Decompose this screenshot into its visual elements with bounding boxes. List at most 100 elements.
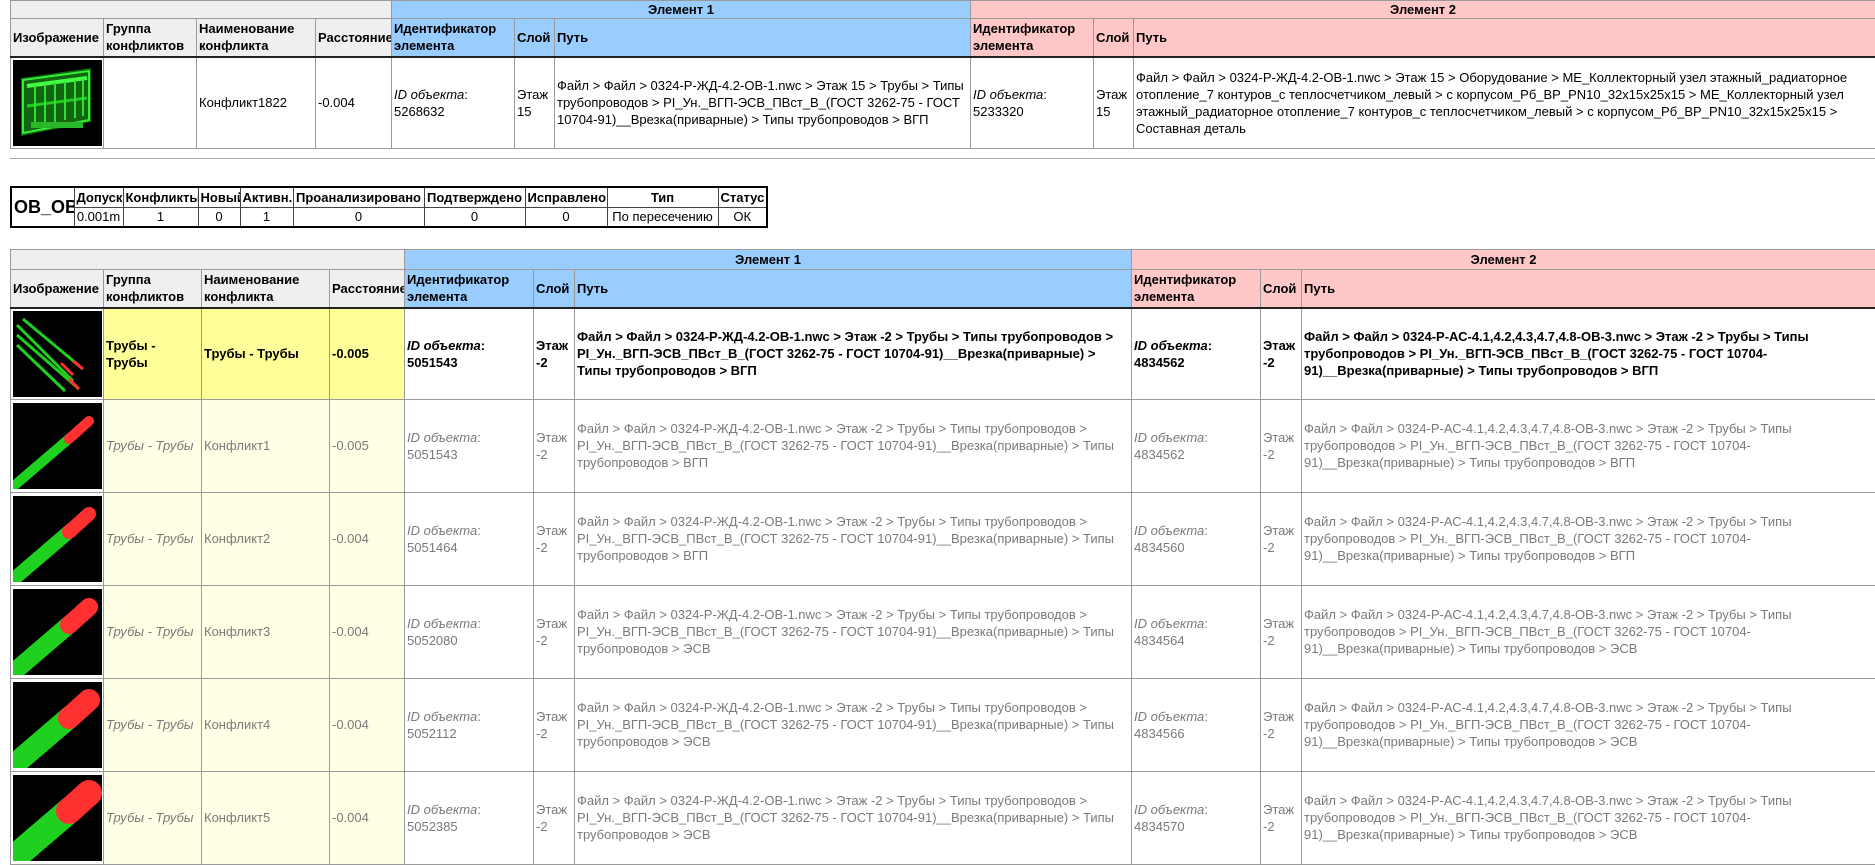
cell-e2-path: Файл > Файл > 0324-Р-ЖД-4.2-ОВ-1.nwc > Э… <box>1134 57 1875 149</box>
cell-e2-id: ID объекта:4834564 <box>1132 585 1261 678</box>
col-header-name[interactable]: Наименование конфликта <box>202 270 330 308</box>
e1-id-value: 5051543 <box>407 447 458 462</box>
clash-thumbnail[interactable] <box>11 308 104 400</box>
summary-value: 1 <box>240 207 293 227</box>
cell-name: Конфликт5 <box>202 771 330 864</box>
cell-e1-path: Файл > Файл > 0324-Р-ЖД-4.2-ОВ-1.nwc > Э… <box>575 308 1132 400</box>
col-header-e1-id[interactable]: Идентификатор элемента <box>405 270 534 308</box>
cell-group: Трубы - Трубы <box>104 308 202 400</box>
table-row[interactable]: Трубы - ТрубыКонфликт3-0.004ID объекта:5… <box>11 585 1875 678</box>
summary-header: Исправлено <box>525 187 607 207</box>
object-id-label: ID объекта <box>407 523 477 538</box>
clash-thumbnail[interactable] <box>11 771 104 864</box>
cell-e2-id: ID объекта:4834560 <box>1132 492 1261 585</box>
colon: : <box>1204 616 1208 631</box>
col-header-group[interactable]: Группа конфликтов <box>104 270 202 308</box>
cell-e1-layer: Этаж -2 <box>534 771 575 864</box>
cell-e1-id: ID объекта:5051543 <box>405 399 534 492</box>
summary-value: 0 <box>198 207 240 227</box>
e1-id-value: 5052112 <box>407 726 457 741</box>
col-header-distance[interactable]: Расстояние <box>316 19 392 57</box>
e2-id-value: 4834570 <box>1134 819 1185 834</box>
summary-value: ОК <box>718 207 767 227</box>
cell-e1-id: ID объекта: 5268632 <box>392 57 515 149</box>
cell-distance: -0.005 <box>330 399 405 492</box>
clash-thumbnail[interactable] <box>11 585 104 678</box>
e1-id-value: 5268632 <box>394 104 445 119</box>
col-header-e2-path[interactable]: Путь <box>1134 19 1875 57</box>
object-id-label: ID объекта <box>394 87 464 102</box>
table-row[interactable]: Конфликт1822 -0.004 ID объекта:5268632 Э… <box>11 57 1875 149</box>
col-header-distance[interactable]: Расстояние <box>330 270 405 308</box>
cell-group: Трубы - Трубы <box>104 678 202 771</box>
clash-thumbnail[interactable] <box>11 57 104 149</box>
summary-value: 0 <box>525 207 607 227</box>
element1-group-header: Элемент 1 <box>405 250 1132 270</box>
col-header-image[interactable]: Изображение <box>11 270 104 308</box>
e2-id-value: 4834562 <box>1134 447 1185 462</box>
table-row[interactable]: Трубы - ТрубыКонфликт5-0.004ID объекта:5… <box>11 771 1875 864</box>
table-row[interactable]: Трубы - ТрубыКонфликт1-0.005ID объекта:5… <box>11 399 1875 492</box>
group-header-blank <box>11 250 405 270</box>
cell-e2-id: ID объекта: 4834570 <box>1132 771 1261 864</box>
cell-e1-path: Файл > Файл > 0324-Р-ЖД-4.2-ОВ-1.nwc > Э… <box>575 399 1132 492</box>
cell-e2-id: ID объекта:4834562 <box>1132 399 1261 492</box>
table-row[interactable]: Трубы - ТрубыКонфликт4-0.004ID объекта:5… <box>11 678 1875 771</box>
col-header-e2-path[interactable]: Путь <box>1302 270 1875 308</box>
pipe-clash-thumbnail-icon <box>13 775 102 861</box>
col-header-e1-layer[interactable]: Слой <box>515 19 555 57</box>
e1-id-value: 5051464 <box>407 540 458 555</box>
summary-test-name[interactable]: ОВ_ОВ <box>11 187 74 227</box>
cell-distance: -0.004 <box>316 57 392 149</box>
col-header-e2-id[interactable]: Идентификатор элемента <box>1132 270 1261 308</box>
group-header-blank <box>11 1 392 19</box>
col-header-image[interactable]: Изображение <box>11 19 104 57</box>
top-clash-table: Элемент 1 Элемент 2 Изображение Группа к… <box>10 0 1875 149</box>
cell-name: Конфликт3 <box>202 585 330 678</box>
col-header-e1-layer[interactable]: Слой <box>534 270 575 308</box>
collector-3d-thumbnail-icon <box>13 60 102 146</box>
group-row[interactable]: Трубы - Трубы Трубы - Трубы -0.005 ID об… <box>11 308 1875 400</box>
cell-e2-layer: Этаж -2 <box>1261 678 1302 771</box>
pipe-clash-thumbnail-icon <box>13 496 102 582</box>
colon: : <box>464 87 468 102</box>
colon: : <box>1204 802 1208 817</box>
cell-e2-path: Файл > Файл > 0324-Р-АС-4.1,4.2,4.3,4.7,… <box>1302 308 1875 400</box>
cell-e1-id: ID объекта:5052080 <box>405 585 534 678</box>
colon: : <box>1204 430 1208 445</box>
object-id-label: ID объекта <box>973 87 1043 102</box>
colon: : <box>477 709 481 724</box>
summary-header: Проанализировано <box>293 187 424 207</box>
col-header-e2-id[interactable]: Идентификатор элемента <box>971 19 1094 57</box>
col-header-e1-id[interactable]: Идентификатор элемента <box>392 19 515 57</box>
table-row[interactable]: Трубы - ТрубыКонфликт2-0.004ID объекта:5… <box>11 492 1875 585</box>
cell-group: Трубы - Трубы <box>104 399 202 492</box>
grouped-clash-table: Элемент 1 Элемент 2 Изображение Группа к… <box>10 249 1875 865</box>
pipes-bundle-thumbnail-icon <box>13 311 102 397</box>
cell-e2-layer: Этаж -2 <box>1261 492 1302 585</box>
col-header-group[interactable]: Группа конфликтов <box>104 19 197 57</box>
col-header-name[interactable]: Наименование конфликта <box>197 19 316 57</box>
cell-e1-path: Файл > Файл > 0324-Р-ЖД-4.2-ОВ-1.nwc > Э… <box>575 678 1132 771</box>
object-id-label: ID объекта <box>1134 338 1208 353</box>
col-header-e2-layer[interactable]: Слой <box>1094 19 1134 57</box>
clash-thumbnail[interactable] <box>11 492 104 585</box>
col-header-e1-path[interactable]: Путь <box>575 270 1132 308</box>
clash-thumbnail[interactable] <box>11 399 104 492</box>
element1-group-header: Элемент 1 <box>392 1 971 19</box>
cell-distance: -0.004 <box>330 585 405 678</box>
col-header-e1-path[interactable]: Путь <box>555 19 971 57</box>
pipe-clash-thumbnail-icon <box>13 682 102 768</box>
cell-e1-layer: Этаж -2 <box>534 308 575 400</box>
colon: : <box>477 430 481 445</box>
e2-id-value: 4834564 <box>1134 633 1185 648</box>
col-header-e2-layer[interactable]: Слой <box>1261 270 1302 308</box>
clash-thumbnail[interactable] <box>11 678 104 771</box>
cell-distance: -0.004 <box>330 678 405 771</box>
cell-group: Трубы - Трубы <box>104 492 202 585</box>
colon: : <box>1043 87 1047 102</box>
e1-id-value: 5052385 <box>407 819 458 834</box>
cell-e2-path: Файл > Файл > 0324-Р-АС-4.1,4.2,4.3,4.7,… <box>1302 399 1875 492</box>
object-id-label: ID объекта <box>1134 802 1204 817</box>
object-id-label: ID объекта <box>1134 709 1204 724</box>
